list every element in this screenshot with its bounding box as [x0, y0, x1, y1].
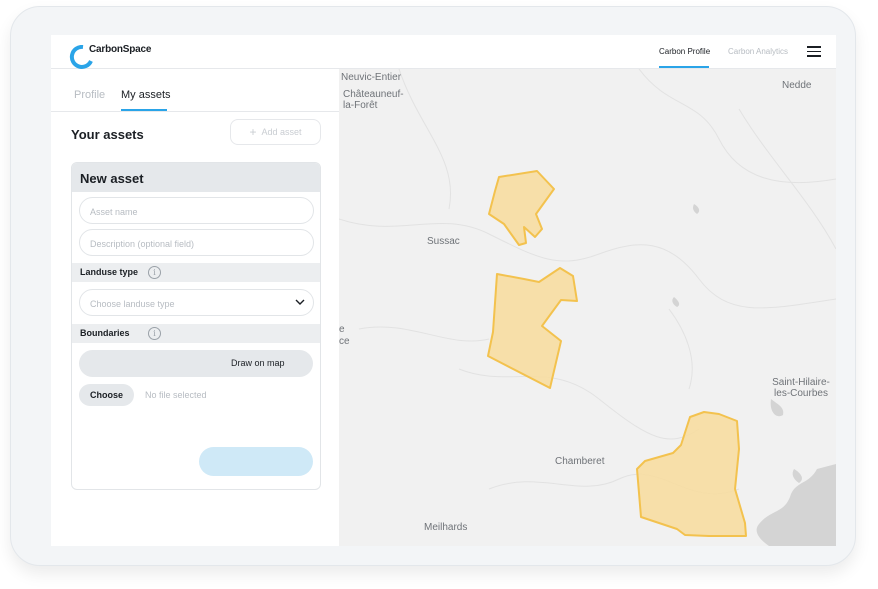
info-icon[interactable]: i [148, 266, 161, 279]
file-status: No file selected [145, 390, 207, 400]
draw-on-map-button[interactable]: Draw on map [79, 350, 313, 377]
new-asset-form: New asset Asset name Description (option… [71, 162, 321, 490]
nav-carbon-profile[interactable]: Carbon Profile [659, 47, 710, 56]
tab-my-assets[interactable]: My assets [121, 89, 171, 101]
tabs-divider [51, 111, 339, 112]
place-label: Sussac [427, 236, 460, 247]
nav-carbon-analytics[interactable]: Carbon Analytics [728, 47, 788, 56]
form-title: New asset [80, 171, 144, 186]
hamburger-menu-icon[interactable] [807, 46, 821, 57]
chevron-down-icon [295, 299, 305, 305]
info-icon[interactable]: i [148, 327, 161, 340]
boundaries-section: Boundaries i [72, 324, 320, 343]
device-frame: CarbonSpace Carbon Profile Carbon Analyt… [10, 6, 856, 566]
map-view[interactable]: Neuvic-Entier Châteauneuf-la-Forêt Nedde… [339, 69, 836, 546]
choose-file-button[interactable]: Choose [79, 384, 134, 406]
app-screen: CarbonSpace Carbon Profile Carbon Analyt… [51, 35, 836, 546]
place-label: ce [339, 336, 350, 347]
form-header: New asset [72, 163, 320, 192]
top-bar: CarbonSpace Carbon Profile Carbon Analyt… [51, 35, 836, 69]
boundaries-label: Boundaries [80, 328, 130, 338]
place-label: Châteauneuf-la-Forêt [343, 89, 404, 111]
landuse-select[interactable]: Choose landuse type [79, 289, 314, 316]
landuse-section: Landuse type i [72, 263, 320, 282]
place-label: e [339, 324, 345, 335]
place-label: Neuvic-Entier [341, 72, 402, 83]
map-canvas [339, 69, 836, 546]
add-asset-button[interactable]: + Add asset [230, 119, 321, 145]
plus-icon: + [249, 125, 257, 139]
submit-button[interactable] [199, 447, 313, 476]
place-label: Nedde [782, 80, 812, 91]
nav-active-indicator [659, 66, 709, 68]
asset-name-input[interactable]: Asset name [79, 197, 314, 224]
tab-profile[interactable]: Profile [74, 89, 105, 101]
description-input[interactable]: Description (optional field) [79, 229, 314, 256]
brand-name: CarbonSpace [89, 44, 152, 55]
landuse-label: Landuse type [80, 267, 139, 277]
place-label: Meilhards [424, 522, 468, 533]
assets-panel: Profile My assets Your assets + Add asse… [51, 69, 339, 546]
place-label: Saint-Hilaire-les-Courbes [772, 377, 830, 399]
landuse-select-value: Choose landuse type [90, 299, 175, 309]
panel-title: Your assets [71, 127, 144, 142]
add-asset-label: Add asset [261, 127, 302, 137]
place-label: Chamberet [555, 456, 605, 467]
